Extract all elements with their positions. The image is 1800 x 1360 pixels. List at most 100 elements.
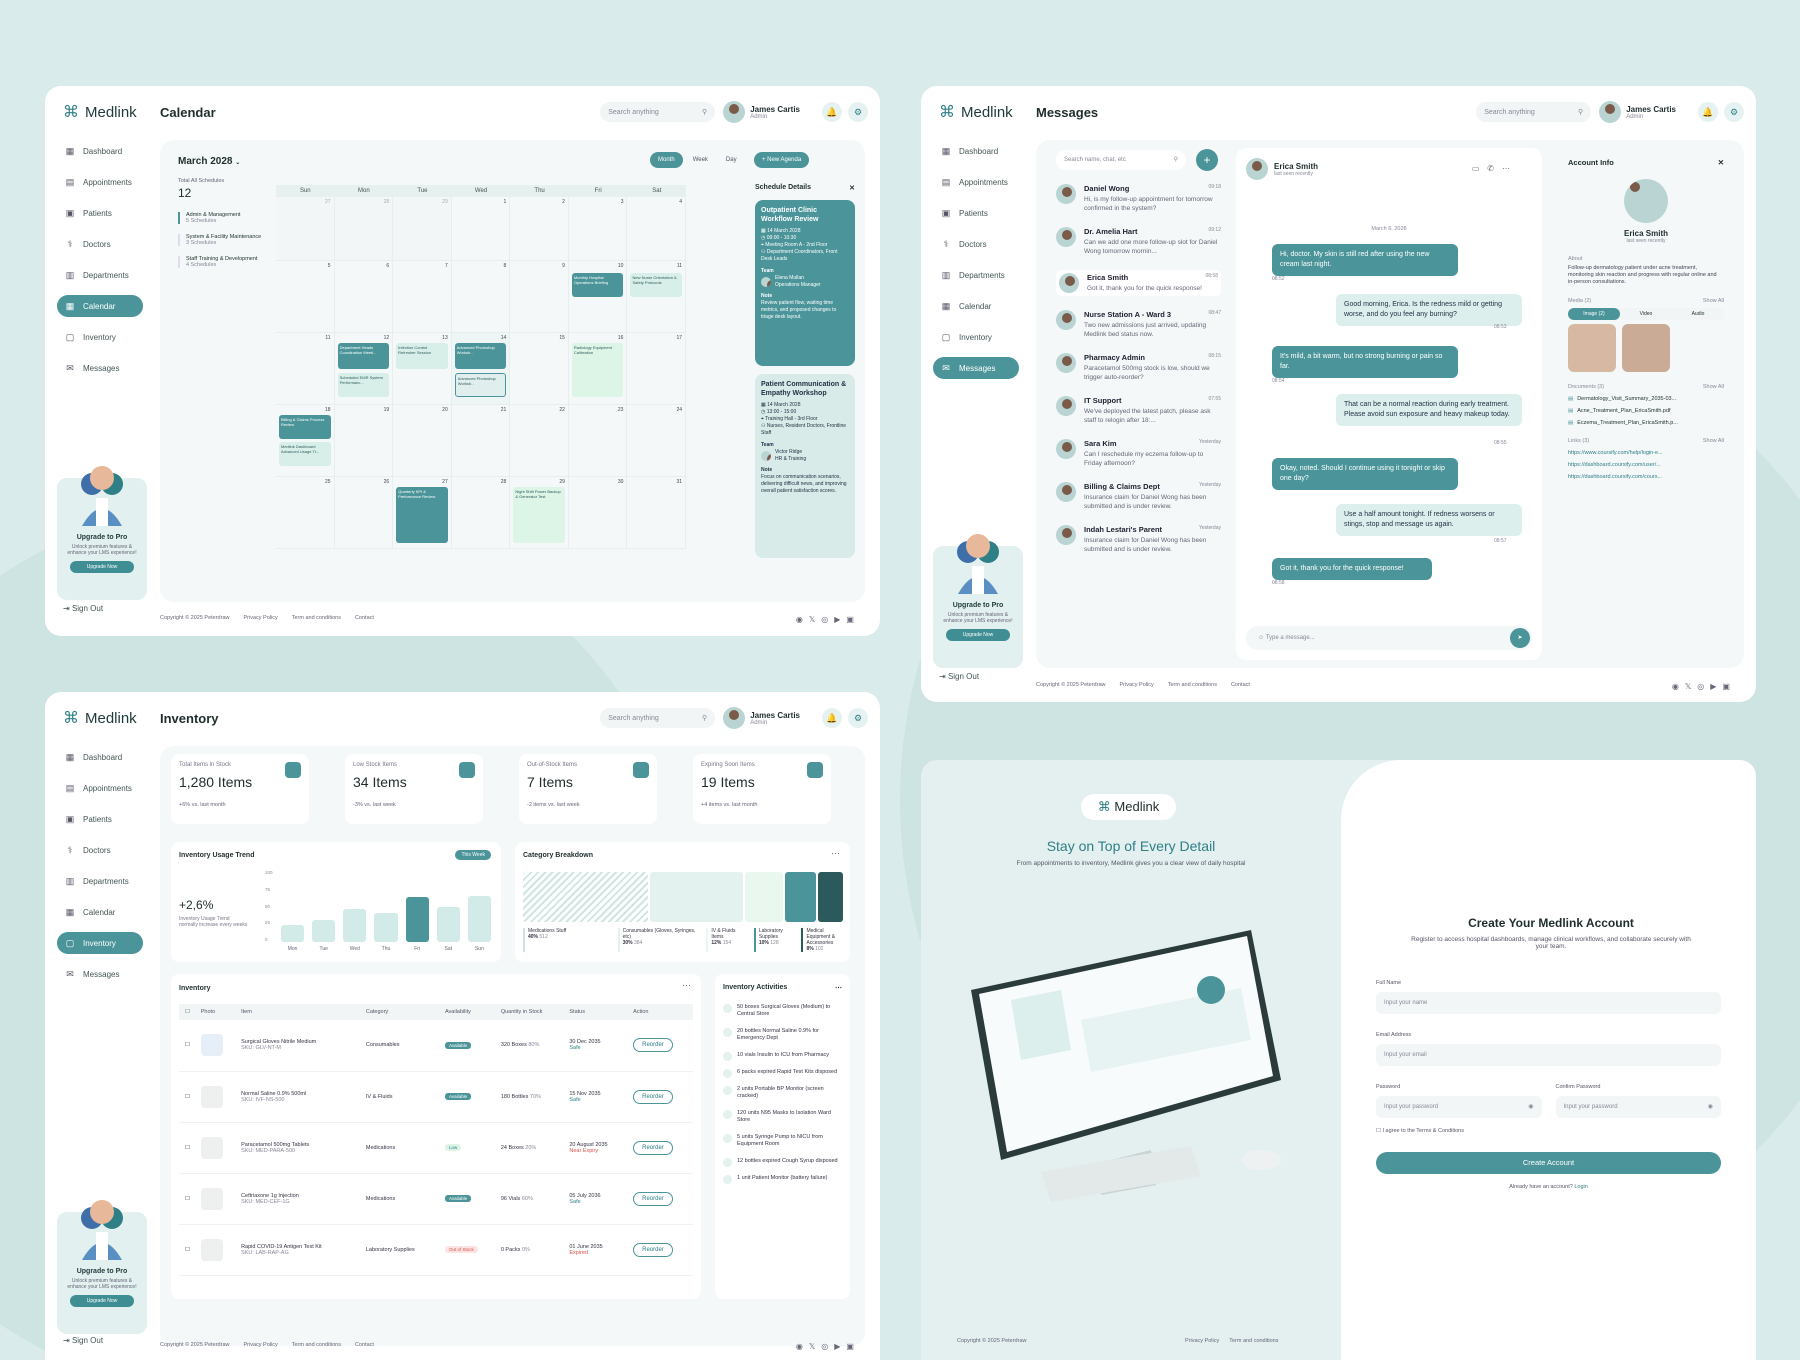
event-chip[interactable]: Medlink Dashboard Advanced Usage Tr...: [279, 442, 331, 466]
link-item[interactable]: https://dashboard.coursify.com/user/...: [1568, 462, 1724, 468]
upgrade-button[interactable]: Upgrade Now: [70, 561, 134, 573]
day-cell[interactable]: 16 Radiology Equipment Calibration: [568, 333, 628, 405]
send-icon[interactable]: ➤: [1510, 628, 1530, 648]
media-thumbnail[interactable]: [1568, 324, 1616, 372]
nav-calendar[interactable]: ▦ Calendar: [57, 901, 143, 923]
day-cell[interactable]: 12 Department Heads Coordination Meeti...…: [334, 333, 394, 405]
document-item[interactable]: ▤ Eczema_Treatment_Plan_EricaSmith.p...: [1568, 420, 1724, 426]
category-item[interactable]: Staff Training & Development 4 Schedules: [178, 256, 273, 268]
conversation-item[interactable]: Nurse Station A - Ward 3 08:47 Two new adm…: [1056, 310, 1221, 339]
row-checkbox[interactable]: ☐: [179, 1173, 195, 1225]
nav-dashboard[interactable]: ▦ Dashboard: [57, 746, 143, 768]
day-cell[interactable]: 18 Billing & Claims Process Review Medlink…: [276, 405, 335, 477]
tab-image[interactable]: Image (2): [1568, 308, 1620, 320]
social-icons[interactable]: ◉𝕏◎▶▣: [1672, 682, 1736, 691]
day-cell[interactable]: 31: [627, 477, 687, 549]
new-chat-button[interactable]: +: [1196, 149, 1218, 171]
notification-bell-icon[interactable]: 🔔: [822, 708, 842, 728]
user-profile[interactable]: James Cartis Admin: [1599, 101, 1676, 123]
chat-search-input[interactable]: Search name, chat, etc ⚲: [1056, 150, 1186, 170]
emoji-icon[interactable]: ☺: [1258, 635, 1266, 641]
row-checkbox[interactable]: ☐: [179, 1020, 195, 1072]
media-thumbnail[interactable]: [1622, 324, 1670, 372]
conversation-item[interactable]: Sara Kim Yesterday Can I reschedule my ecz…: [1056, 439, 1221, 468]
row-checkbox[interactable]: ☐: [179, 1224, 195, 1276]
nav-messages[interactable]: ✉ Messages: [57, 963, 143, 985]
event-chip[interactable]: Department Heads Coordination Meeti...: [337, 343, 390, 369]
nav-departments[interactable]: ▥ Departments: [933, 264, 1019, 286]
document-item[interactable]: ▤ Acne_Treatment_Plan_EricaSmith.pdf: [1568, 408, 1724, 414]
day-cell[interactable]: 15: [510, 333, 569, 405]
day-cell[interactable]: 5: [276, 261, 335, 333]
reorder-button[interactable]: Reorder: [633, 1191, 673, 1206]
day-cell[interactable]: 29 Night Shift Power Backup & Generator T…: [510, 477, 569, 549]
search-input[interactable]: Search anything ⚲: [1476, 102, 1592, 122]
conversation-item[interactable]: Dr. Amelia Hart 09:12 Can we add one more …: [1056, 227, 1221, 256]
reorder-button[interactable]: Reorder: [633, 1140, 673, 1155]
day-cell[interactable]: 1: [451, 197, 511, 261]
day-cell[interactable]: 20: [393, 405, 452, 477]
nav-doctors[interactable]: ⚕ Doctors: [57, 839, 143, 861]
sign-out-link[interactable]: ⇥ Sign Out: [63, 1336, 103, 1345]
confirm-password-input[interactable]: Input your password ◉: [1555, 1096, 1721, 1118]
reorder-button[interactable]: Reorder: [633, 1242, 673, 1257]
conversation-item[interactable]: Billing & Claims Dept Yesterday Insurance …: [1056, 482, 1221, 511]
notification-bell-icon[interactable]: 🔔: [822, 102, 842, 122]
day-cell[interactable]: 27 Quarterly KPI & Performance Review: [393, 477, 452, 549]
category-item[interactable]: System & Facility Maintenance 3 Schedules: [178, 234, 273, 246]
notification-bell-icon[interactable]: 🔔: [1698, 102, 1718, 122]
day-cell[interactable]: 28: [334, 197, 394, 261]
document-item[interactable]: ▤ Dermatology_Visit_Summary_2035-03...: [1568, 396, 1724, 402]
phone-icon[interactable]: ✆: [1487, 164, 1502, 173]
nav-inventory[interactable]: ▢ Inventory: [57, 932, 143, 954]
day-cell[interactable]: 23: [568, 405, 628, 477]
nav-inventory[interactable]: ▢ Inventory: [57, 326, 143, 348]
upgrade-button[interactable]: Upgrade Now: [70, 1295, 134, 1307]
day-cell[interactable]: 22: [510, 405, 569, 477]
day-cell[interactable]: 6: [334, 261, 394, 333]
day-cell[interactable]: 11 New Nurse Orientation & Safety Protoco…: [627, 261, 687, 333]
gear-icon[interactable]: ⚙: [848, 708, 868, 728]
day-cell[interactable]: 3: [568, 197, 628, 261]
nav-departments[interactable]: ▥ Departments: [57, 870, 143, 892]
row-checkbox[interactable]: ☐: [179, 1122, 195, 1174]
reorder-button[interactable]: Reorder: [633, 1089, 673, 1104]
gear-icon[interactable]: ⚙: [848, 102, 868, 122]
nav-patients[interactable]: ▣ Patients: [57, 808, 143, 830]
show-all-link[interactable]: Show All: [1703, 298, 1724, 304]
login-link[interactable]: Login: [1574, 1184, 1587, 1190]
tab-week[interactable]: Week: [685, 152, 716, 168]
day-cell-selected[interactable]: 14 Advanced Photoshop Worksh... Advanced P…: [451, 333, 511, 405]
event-chip[interactable]: New Nurse Orientation & Safety Protocols: [630, 273, 683, 297]
sign-out-link[interactable]: ⇥ Sign Out: [939, 672, 979, 681]
day-cell[interactable]: 10 Monthly Hospital Operations Briefing: [568, 261, 628, 333]
user-profile[interactable]: James Cartis Admin: [723, 101, 800, 123]
tab-day[interactable]: Day: [718, 152, 745, 168]
nav-departments[interactable]: ▥ Departments: [57, 264, 143, 286]
eye-icon[interactable]: ◉: [1528, 1096, 1533, 1118]
nav-patients[interactable]: ▣ Patients: [933, 202, 1019, 224]
event-chip[interactable]: Advanced Photoshop Worksh...: [454, 373, 507, 397]
day-cell[interactable]: 30: [568, 477, 628, 549]
event-chip[interactable]: Billing & Claims Process Review: [279, 415, 331, 439]
nav-appointments[interactable]: ▤ Appointments: [57, 777, 143, 799]
day-cell[interactable]: 11: [276, 333, 335, 405]
social-icons[interactable]: ◉𝕏◎▶▣: [796, 1342, 860, 1351]
event-chip[interactable]: Night Shift Power Backup & Generator Tes…: [513, 487, 565, 543]
day-cell[interactable]: 7: [393, 261, 452, 333]
day-cell[interactable]: 8: [451, 261, 511, 333]
tab-month[interactable]: Month: [650, 152, 683, 168]
nav-dashboard[interactable]: ▦ Dashboard: [57, 140, 143, 162]
category-item[interactable]: Admin & Management 5 Schedules: [178, 212, 273, 224]
link-item[interactable]: https://www.coursify.com/help/login-e...: [1568, 450, 1724, 456]
day-cell[interactable]: 21: [451, 405, 511, 477]
tab-audio[interactable]: Audio: [1672, 308, 1724, 320]
close-icon[interactable]: ✕: [1718, 158, 1724, 167]
select-all-checkbox[interactable]: ☐: [179, 1004, 195, 1020]
nav-patients[interactable]: ▣ Patients: [57, 202, 143, 224]
range-select[interactable]: This Week: [455, 850, 491, 860]
conversation-item[interactable]: Pharmacy Admin 08:15 Paracetamol 500mg sto…: [1056, 353, 1221, 382]
conversation-item[interactable]: Daniel Wong 09:18 Hi, is my follow-up appo…: [1056, 184, 1221, 213]
password-input[interactable]: Input your password ◉: [1376, 1096, 1542, 1118]
message-input[interactable]: ☺ Type a message... ➤: [1246, 626, 1532, 650]
